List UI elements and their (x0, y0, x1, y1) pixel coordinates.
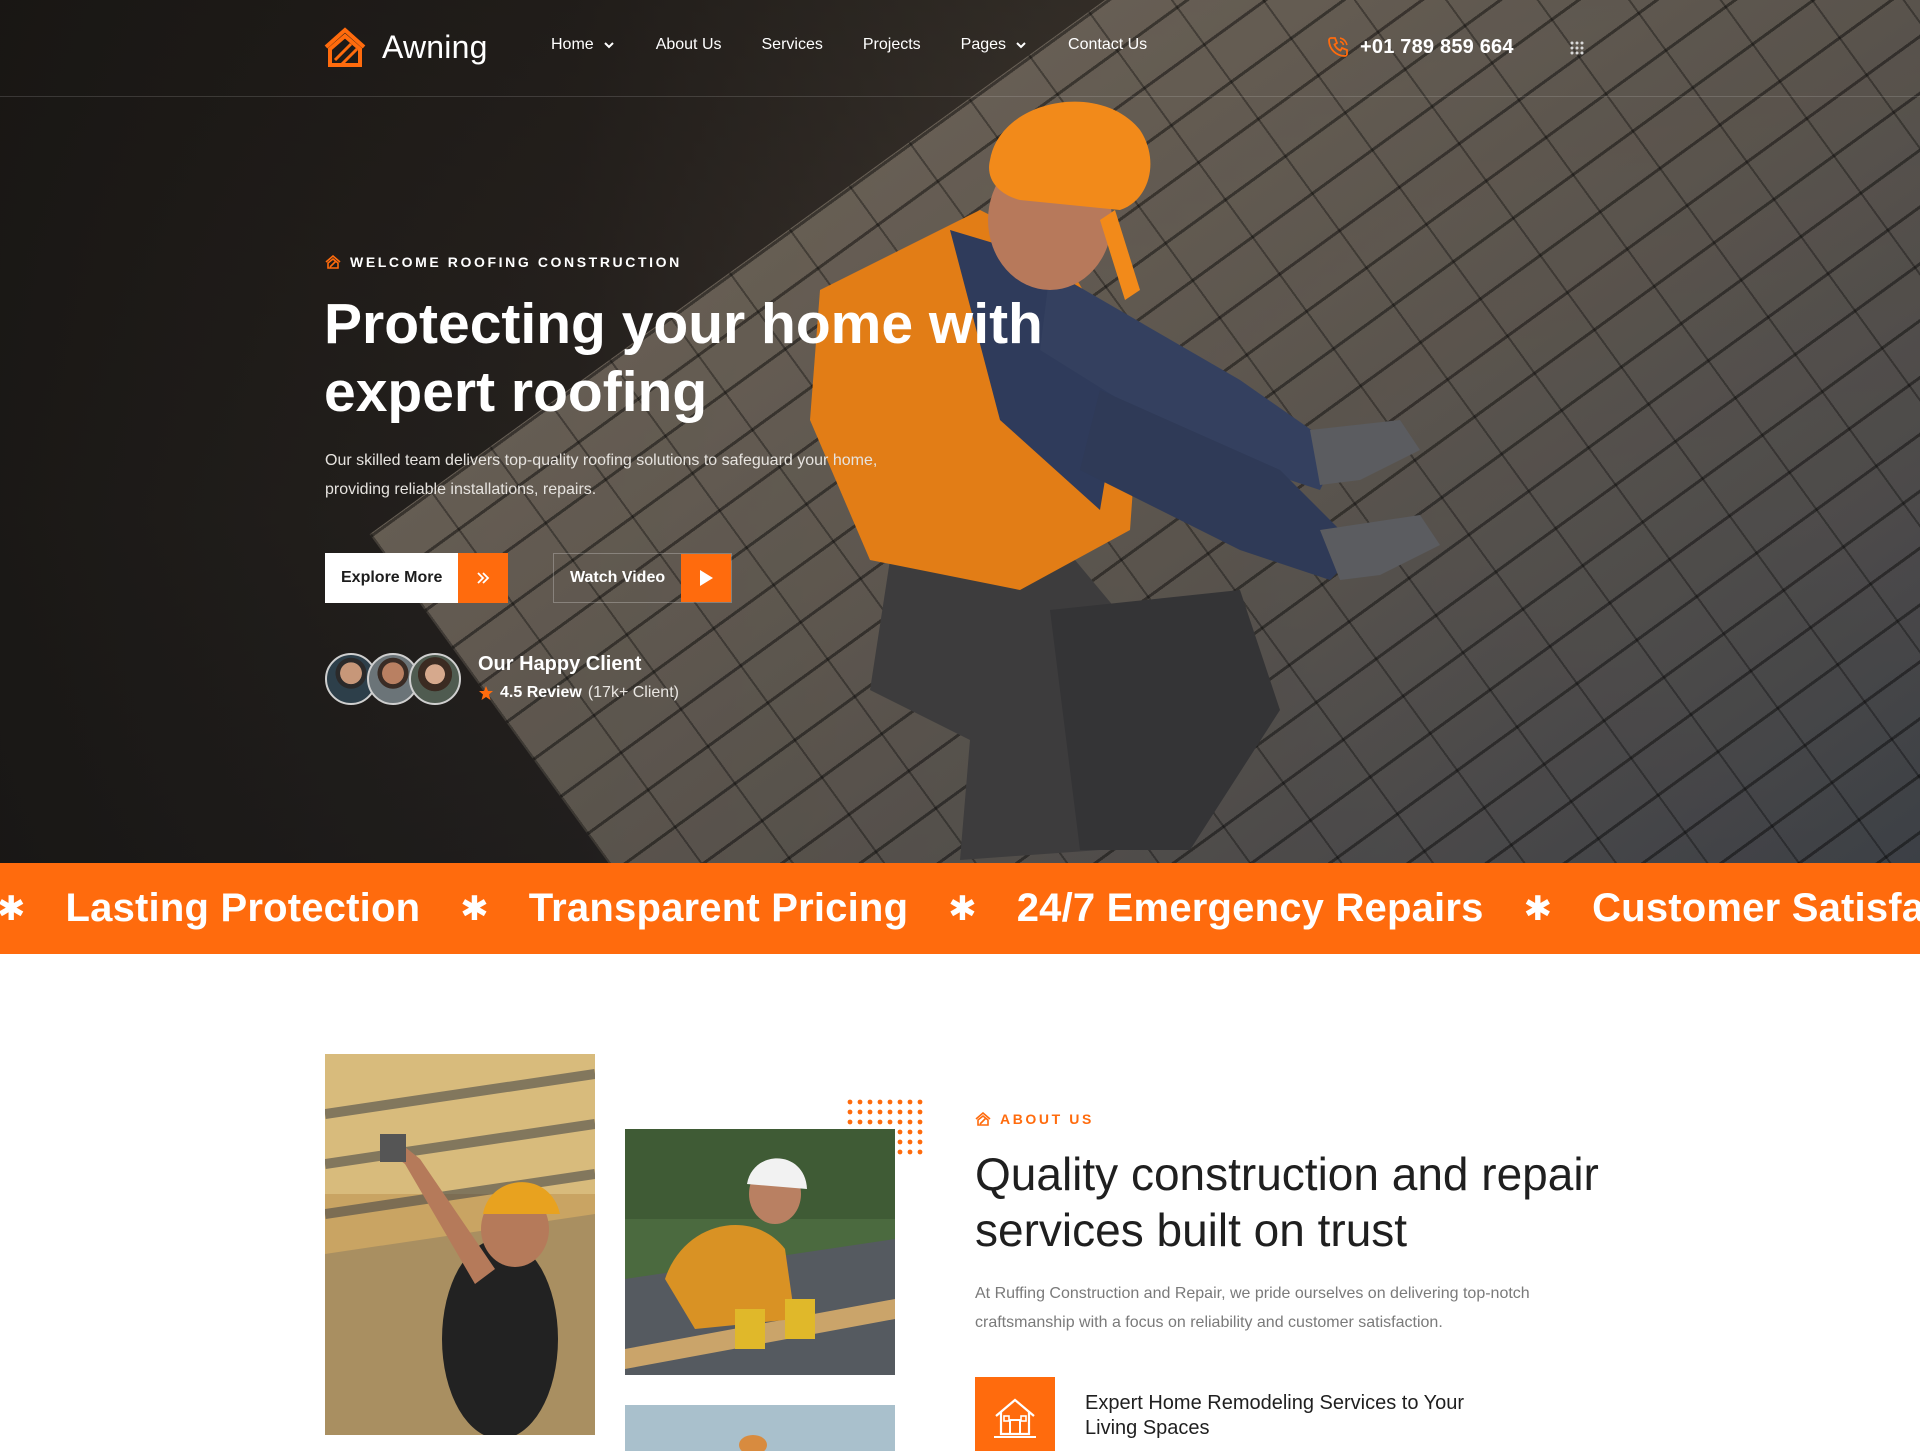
chevron-down-icon (603, 42, 614, 49)
hero-title: Protecting your home with expert roofing (324, 292, 1043, 424)
marquee-item: Transparent Pricing (528, 886, 909, 930)
client-rating: 4.5 Review (17k+ Client) (478, 684, 679, 702)
roof-sky-image (625, 1405, 895, 1451)
main-nav: Home About Us Services Projects Pages Co… (551, 36, 1147, 54)
nav-label: Contact Us (1068, 36, 1148, 53)
roof-logo-icon (324, 27, 366, 67)
roof-worker-image (625, 1129, 895, 1375)
hero-tagline-text: WELCOME ROOFING CONSTRUCTION (350, 254, 682, 270)
nav-item-services[interactable]: Services (762, 36, 823, 54)
nav-label: Pages (960, 36, 1007, 53)
insulation-worker-image (325, 1054, 595, 1435)
top-navbar: Awning Home About Us Services Projects P… (0, 0, 1920, 97)
features-marquee: ✱ Lasting Protection ✱ Transparent Prici… (0, 863, 1920, 954)
asterisk-icon: ✱ (1523, 889, 1553, 928)
happy-client-title: Our Happy Client (478, 653, 642, 675)
nav-label: Projects (862, 36, 921, 53)
hero-description: Our skilled team delivers top-quality ro… (325, 452, 878, 498)
nav-item-pages[interactable]: Pages (961, 36, 1028, 54)
feature-title: Expert Home Remodeling Services to Your … (1085, 1392, 1465, 1439)
about-tagline: ABOUT US (975, 1111, 1094, 1127)
brand-logo[interactable]: Awning (324, 27, 488, 67)
marquee-item: Customer Satisfac (1592, 886, 1920, 930)
watch-video-button[interactable]: Watch Video (553, 553, 733, 603)
nav-item-about-us[interactable]: About Us (656, 36, 722, 54)
asterisk-icon: ✱ (0, 889, 26, 928)
star-icon (479, 686, 493, 700)
explore-more-button[interactable]: Explore More (325, 553, 509, 603)
about-tagline-text: ABOUT US (1000, 1111, 1094, 1127)
nav-item-contact-us[interactable]: Contact Us (1068, 36, 1147, 54)
nav-label: About Us (655, 36, 722, 53)
hero-section: Awning Home About Us Services Projects P… (0, 0, 1920, 863)
avatar (409, 653, 461, 705)
about-title: Quality construction and repair services… (975, 1148, 1599, 1256)
watch-video-label: Watch Video (570, 569, 666, 586)
nav-label: Services (761, 36, 823, 53)
nav-item-projects[interactable]: Projects (863, 36, 921, 54)
marquee-track: ✱ Lasting Protection ✱ Transparent Prici… (0, 886, 1920, 931)
marquee-item: Lasting Protection (65, 886, 421, 930)
phone-number: +01 789 859 664 (1360, 35, 1514, 58)
roof-mini-icon (325, 255, 341, 269)
rating-count: (17k+ Client) (587, 684, 679, 701)
brand-name: Awning (382, 28, 488, 65)
play-icon (681, 554, 732, 602)
about-description: At Ruffing Construction and Repair, we p… (975, 1285, 1530, 1331)
nav-label: Home (551, 36, 594, 53)
marquee-item: 24/7 Emergency Repairs (1016, 886, 1484, 930)
phone-icon (1328, 37, 1348, 57)
chevron-down-icon (1016, 42, 1026, 49)
asterisk-icon: ✱ (948, 889, 977, 928)
asterisk-icon: ✱ (460, 889, 489, 928)
explore-more-label: Explore More (341, 569, 443, 586)
grid-menu-icon[interactable] (1570, 41, 1584, 55)
double-chevron-right-icon (458, 553, 509, 603)
hero-tagline: WELCOME ROOFING CONSTRUCTION (325, 254, 682, 270)
house-icon (975, 1377, 1055, 1451)
roof-mini-icon (975, 1112, 991, 1126)
phone-contact[interactable]: +01 789 859 664 (1326, 35, 1514, 59)
client-avatars (325, 653, 461, 705)
rating-value: 4.5 Review (500, 684, 582, 701)
nav-item-home[interactable]: Home (551, 36, 616, 54)
